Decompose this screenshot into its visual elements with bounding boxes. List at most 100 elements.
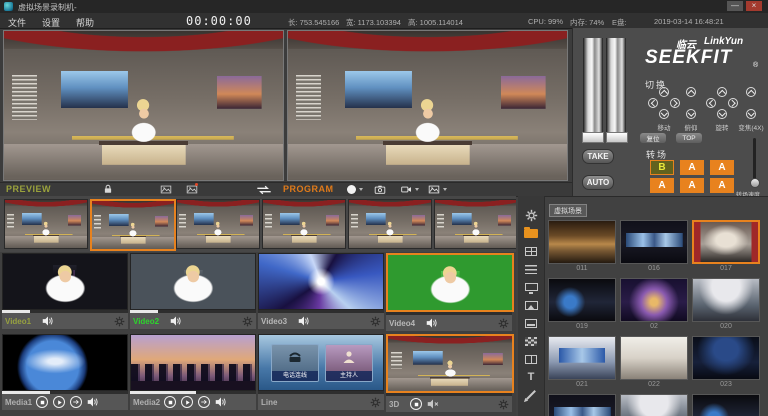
tbar-right[interactable] bbox=[606, 38, 626, 132]
pad-rotate-right[interactable] bbox=[728, 98, 738, 108]
scene-preset-2-selected[interactable] bbox=[90, 199, 176, 251]
lock-icon[interactable] bbox=[103, 184, 113, 194]
monitor-icon[interactable] bbox=[523, 280, 539, 294]
pad-rotate-left[interactable] bbox=[706, 98, 716, 108]
overlay-image-icon[interactable] bbox=[160, 184, 172, 195]
scene-preset-4[interactable] bbox=[262, 199, 346, 249]
transition-checker-icon[interactable] bbox=[523, 334, 539, 348]
scene-preset-6[interactable] bbox=[434, 199, 518, 249]
media2-thumbnail[interactable] bbox=[130, 334, 256, 391]
scene-folder-icon[interactable] bbox=[523, 226, 539, 240]
media2-speaker-icon[interactable] bbox=[215, 396, 227, 408]
tbar-left-handle[interactable] bbox=[582, 132, 604, 143]
media2-stop-button[interactable] bbox=[164, 396, 176, 408]
display-icon[interactable] bbox=[523, 316, 539, 330]
record-options-caret[interactable] bbox=[359, 188, 363, 191]
subtitle-text-icon[interactable]: T bbox=[523, 370, 539, 384]
pad-tilt-down[interactable] bbox=[686, 109, 696, 119]
video1-speaker-icon[interactable] bbox=[42, 315, 54, 327]
menu-file[interactable]: 文件 bbox=[8, 16, 26, 29]
scene3d-settings-gear-icon[interactable] bbox=[498, 399, 509, 410]
gallery-item-011[interactable] bbox=[548, 220, 616, 264]
media1-play-button[interactable] bbox=[53, 396, 65, 408]
swap-preview-program-icon[interactable] bbox=[254, 185, 274, 195]
video3-settings-gear-icon[interactable] bbox=[370, 316, 381, 327]
gallery-item-016[interactable] bbox=[620, 220, 688, 264]
line-settings-gear-icon[interactable] bbox=[370, 397, 381, 408]
pad-move-down[interactable] bbox=[659, 109, 669, 119]
settings-gear-icon[interactable] bbox=[523, 208, 539, 222]
transition-tile-4[interactable]: A bbox=[650, 178, 674, 193]
gallery-item-02[interactable] bbox=[620, 278, 688, 322]
still-image-icon[interactable] bbox=[428, 184, 440, 195]
pad-tilt-up[interactable] bbox=[686, 87, 696, 97]
draw-pen-icon[interactable] bbox=[523, 388, 539, 402]
media1-thumbnail[interactable] bbox=[2, 334, 128, 391]
split-screen-icon[interactable] bbox=[523, 352, 539, 366]
reset-button[interactable]: 复位 bbox=[640, 133, 666, 143]
scene-preset-1[interactable] bbox=[4, 199, 88, 249]
media1-stop-button[interactable] bbox=[36, 396, 48, 408]
video1-thumbnail[interactable] bbox=[2, 253, 128, 310]
video4-settings-gear-icon[interactable] bbox=[498, 318, 509, 329]
gallery-item-021[interactable] bbox=[548, 336, 616, 380]
camcorder-options-caret[interactable] bbox=[415, 188, 419, 191]
host-button[interactable]: 主持人 bbox=[325, 344, 373, 382]
scene-preset-3[interactable] bbox=[176, 199, 260, 249]
gallery-item-023[interactable] bbox=[692, 336, 760, 380]
close-button[interactable]: × bbox=[746, 1, 762, 11]
top-button[interactable]: TOP bbox=[676, 133, 702, 143]
scene3d-speaker-mute-icon[interactable] bbox=[427, 398, 439, 410]
pad-zoom-out[interactable] bbox=[746, 109, 756, 119]
gallery-item-017-selected[interactable] bbox=[692, 220, 760, 264]
scene3d-thumbnail-selected[interactable] bbox=[386, 334, 514, 393]
pad-move-right[interactable] bbox=[670, 98, 680, 108]
gallery-item-row4-1[interactable] bbox=[548, 394, 616, 416]
take-button[interactable]: TAKE bbox=[582, 149, 614, 164]
media2-next-button[interactable] bbox=[198, 396, 210, 408]
video3-speaker-icon[interactable] bbox=[298, 315, 310, 327]
record-button[interactable] bbox=[347, 185, 356, 194]
transition-tile-5[interactable]: A bbox=[680, 178, 704, 193]
playlist-icon[interactable] bbox=[523, 262, 539, 276]
video2-speaker-icon[interactable] bbox=[170, 315, 182, 327]
gallery-item-022[interactable] bbox=[620, 336, 688, 380]
transition-tile-1[interactable]: B bbox=[650, 160, 674, 175]
media2-play-button[interactable] bbox=[181, 396, 193, 408]
gallery-item-row4-2[interactable] bbox=[620, 394, 688, 416]
tbar-right-handle[interactable] bbox=[606, 132, 628, 143]
image-media-icon[interactable] bbox=[523, 298, 539, 312]
gallery-item-row4-3[interactable] bbox=[692, 394, 760, 416]
gallery-item-020[interactable] bbox=[692, 278, 760, 322]
gallery-item-019[interactable] bbox=[548, 278, 616, 322]
scene3d-stop-button[interactable] bbox=[410, 398, 422, 410]
transition-tile-2[interactable]: A bbox=[680, 160, 704, 175]
tbar-left[interactable] bbox=[583, 38, 603, 132]
transition-tile-6[interactable]: A bbox=[710, 178, 734, 193]
video4-thumbnail-selected[interactable] bbox=[386, 253, 514, 312]
video4-speaker-icon[interactable] bbox=[426, 317, 438, 329]
video1-settings-gear-icon[interactable] bbox=[114, 316, 125, 327]
menu-help[interactable]: 帮助 bbox=[76, 16, 94, 29]
pad-move-left[interactable] bbox=[648, 98, 658, 108]
snapshot-camera-icon[interactable] bbox=[374, 184, 386, 195]
phone-connect-button[interactable]: 电话连线 bbox=[271, 344, 319, 382]
video2-settings-gear-icon[interactable] bbox=[242, 316, 253, 327]
media1-next-button[interactable] bbox=[70, 396, 82, 408]
line-thumbnail[interactable]: 电话连线 主持人 bbox=[258, 334, 384, 391]
video2-thumbnail[interactable] bbox=[130, 253, 256, 310]
pad-zoom-in[interactable] bbox=[746, 87, 756, 97]
media1-speaker-icon[interactable] bbox=[87, 396, 99, 408]
video3-thumbnail[interactable] bbox=[258, 253, 384, 310]
pad-rotate-up[interactable] bbox=[717, 87, 727, 97]
image-options-caret[interactable] bbox=[443, 188, 447, 191]
auto-button[interactable]: AUTO bbox=[582, 175, 614, 190]
camcorder-icon[interactable] bbox=[400, 184, 413, 195]
transition-tile-3[interactable]: A bbox=[710, 160, 734, 175]
pad-rotate-down[interactable] bbox=[717, 109, 727, 119]
camera-grid-icon[interactable] bbox=[523, 244, 539, 258]
minimize-button[interactable]: — bbox=[727, 1, 743, 11]
scene-preset-5[interactable] bbox=[348, 199, 432, 249]
gallery-tab-virtual-scene[interactable]: 虚拟场景 bbox=[549, 204, 587, 217]
transition-speed-knob[interactable] bbox=[750, 178, 760, 188]
